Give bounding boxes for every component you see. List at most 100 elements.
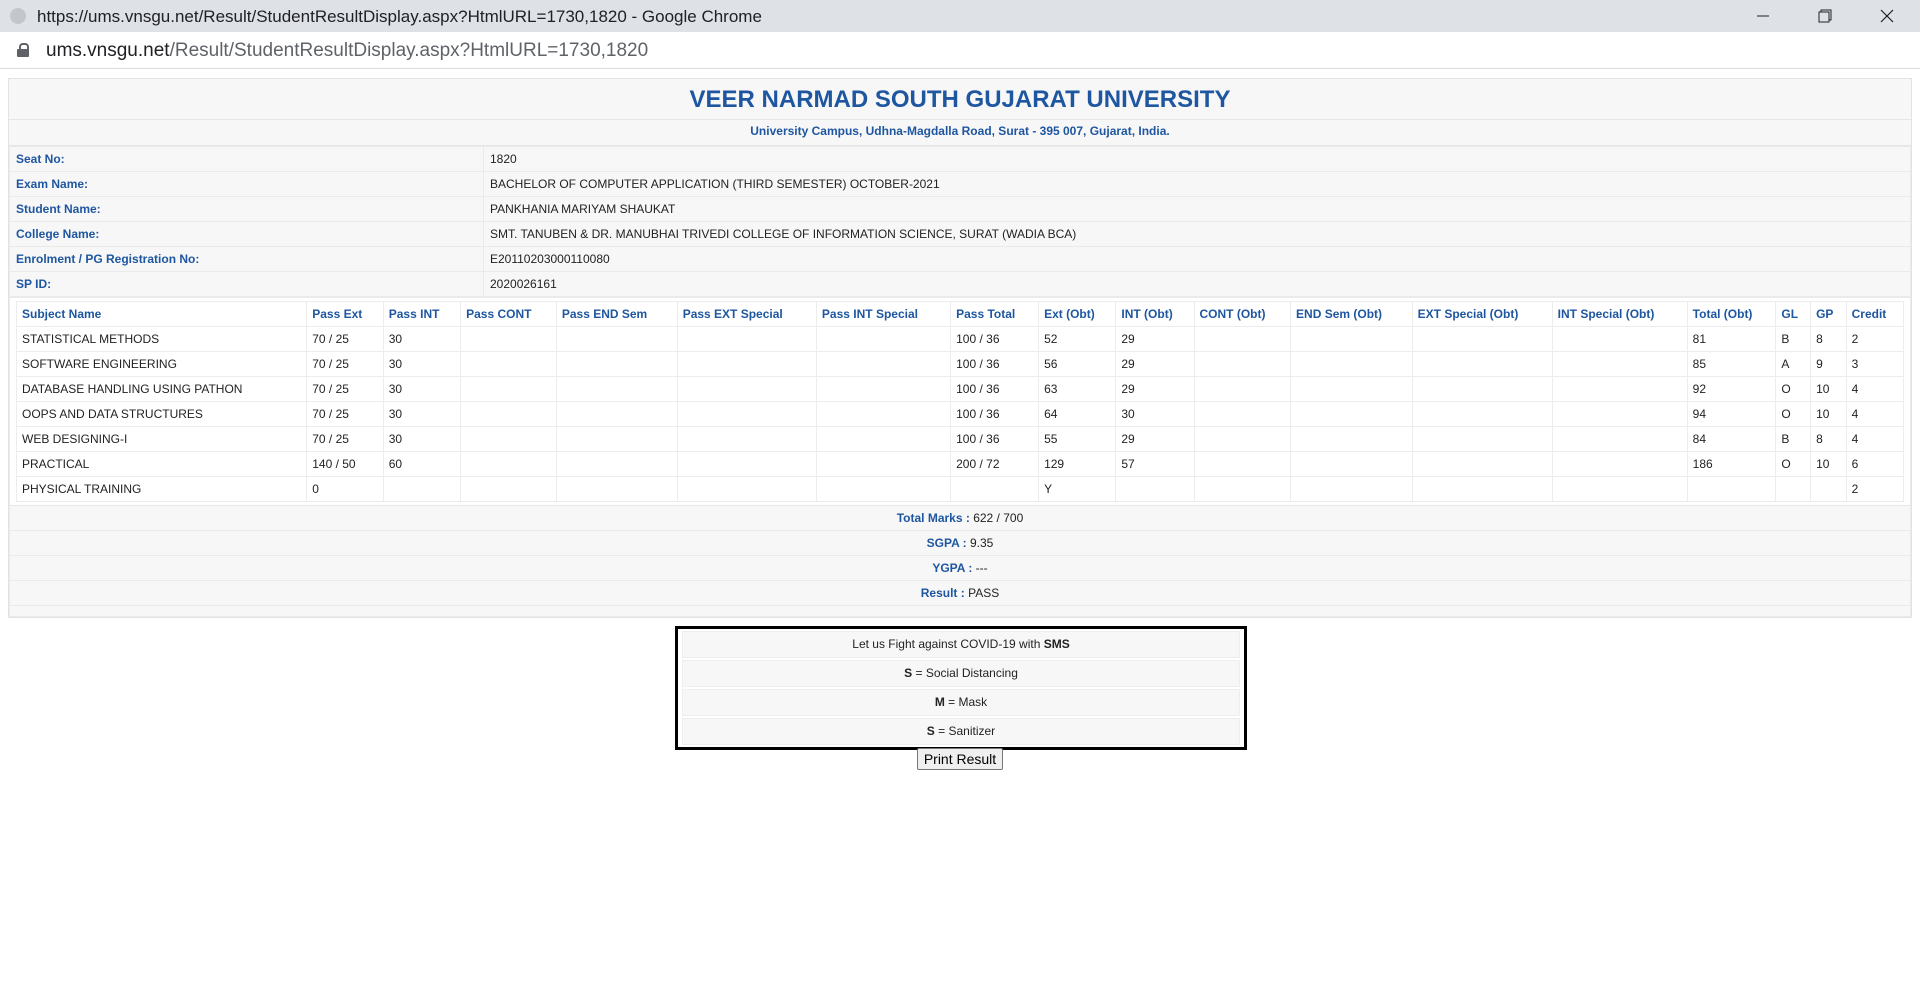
table-cell: 70 / 25 [306,376,384,402]
table-cell: Y [1038,476,1117,502]
table-cell [460,376,557,402]
result-value: PASS [964,586,1000,600]
table-cell: 60 [382,451,462,477]
print-result-button[interactable]: Print Result [917,748,1003,770]
table-cell: 100 / 36 [950,426,1040,452]
column-header: Pass INT Special [815,301,952,327]
table-cell [1551,351,1688,377]
table-cell [1775,476,1812,502]
covid-notice: Let us Fight against COVID-19 with SMS S… [675,626,1247,750]
table-cell [460,476,557,502]
table-cell: 30 [1115,401,1195,427]
table-cell: PHYSICAL TRAINING [15,476,308,502]
table-cell [815,376,952,402]
result-page: VEER NARMAD SOUTH GUJARAT UNIVERSITY Uni… [8,78,1912,618]
table-cell [1551,451,1688,477]
table-cell: 8 [1810,326,1847,352]
info-row: College Name: SMT. TANUBEN & DR. MANUBHAI… [9,221,1911,247]
table-cell: 63 [1038,376,1117,402]
window-title: https://ums.vnsgu.net/Result/StudentResu… [37,7,762,26]
table-cell: 52 [1038,326,1117,352]
ygpa-value: --- [972,561,988,575]
info-label: Seat No: [9,146,484,172]
table-cell: B [1775,426,1812,452]
table-cell [1290,326,1413,352]
table-cell: 6 [1845,451,1905,477]
table-cell [1411,451,1553,477]
table-cell [1193,376,1292,402]
table-cell [676,326,817,352]
marks-table-wrapper: Subject Name Pass Ext Pass INT Pass CONT Pas… [9,297,1911,506]
covid-meaning: = Social Distancing [912,666,1018,680]
table-cell [950,476,1040,502]
column-header: Pass CONT [460,301,557,327]
table-cell: 140 / 50 [306,451,384,477]
column-header: EXT Special (Obt) [1411,301,1553,327]
info-row: Seat No: 1820 [9,146,1911,172]
table-cell [1686,476,1777,502]
result-label: Result : [920,586,965,600]
table-cell [1290,376,1413,402]
info-row: SP ID: 2020026161 [9,271,1911,297]
info-value: PANKHANIA MARIYAM SHAUKAT [483,196,1911,222]
table-cell [815,476,952,502]
table-cell: 10 [1810,376,1847,402]
table-cell: 84 [1686,426,1777,452]
summary-spacer [9,606,1911,617]
table-cell [1193,451,1292,477]
table-cell [555,476,678,502]
sgpa-value: 9.35 [966,536,994,550]
table-cell: 30 [382,351,462,377]
table-cell [1411,351,1553,377]
table-cell [1411,401,1553,427]
minimize-icon[interactable] [1740,0,1786,32]
table-cell: 100 / 36 [950,376,1040,402]
table-cell: 70 / 25 [306,326,384,352]
table-cell [555,351,678,377]
table-cell [1290,401,1413,427]
info-label: Exam Name: [9,171,484,197]
table-row: OOPS AND DATA STRUCTURES 70 / 25 30 100 / 3… [15,401,1905,427]
table-cell [460,326,557,352]
table-cell: 30 [382,401,462,427]
covid-line: Let us Fight against COVID-19 with SMS [682,631,1240,658]
table-cell [460,451,557,477]
ygpa-label: YGPA : [932,561,973,575]
table-cell: 100 / 36 [950,326,1040,352]
covid-text: Let us Fight against COVID-19 with [852,637,1044,651]
table-cell [1551,326,1688,352]
table-cell [1551,426,1688,452]
table-cell [1193,476,1292,502]
table-cell: 70 / 25 [306,351,384,377]
table-cell: OOPS AND DATA STRUCTURES [15,401,308,427]
lock-icon[interactable] [17,43,29,57]
info-value: SMT. TANUBEN & DR. MANUBHAI TRIVEDI COLL… [483,221,1911,247]
table-row: STATISTICAL METHODS 70 / 25 30 100 / 36 52 29… [15,326,1905,352]
info-value: BACHELOR OF COMPUTER APPLICATION (THIRD … [483,171,1911,197]
table-cell: 4 [1845,426,1905,452]
covid-letter: M [934,695,945,709]
url-text[interactable]: ums.vnsgu.net/Result/StudentResultDispla… [46,40,648,62]
total-marks-label: Total Marks : [896,511,970,525]
address-bar[interactable]: ums.vnsgu.net/Result/StudentResultDispla… [0,32,1920,69]
info-label: SP ID: [9,271,484,297]
result-row: Result : PASS [9,581,1911,606]
restore-icon[interactable] [1802,0,1848,32]
total-marks-row: Total Marks : 622 / 700 [9,506,1911,531]
table-row: PRACTICAL 140 / 50 60 200 / 72 129 57 186 O 10 6 [15,451,1905,477]
info-row: Enrolment / PG Registration No: E20110203… [9,246,1911,272]
table-cell [555,426,678,452]
table-cell [676,376,817,402]
result-container: VEER NARMAD SOUTH GUJARAT UNIVERSITY Uni… [8,78,1912,618]
table-cell: B [1775,326,1812,352]
close-icon[interactable] [1864,0,1910,32]
table-row: DATABASE HANDLING USING PATHON 70 / 25 30 1… [15,376,1905,402]
column-header: GL [1775,301,1812,327]
table-cell: 29 [1115,351,1195,377]
table-cell [676,401,817,427]
table-cell: 100 / 36 [950,401,1040,427]
table-cell [1290,351,1413,377]
info-row: Exam Name: BACHELOR OF COMPUTER APPLICATI… [9,171,1911,197]
covid-sms: SMS [1043,637,1070,651]
table-cell [1193,351,1292,377]
